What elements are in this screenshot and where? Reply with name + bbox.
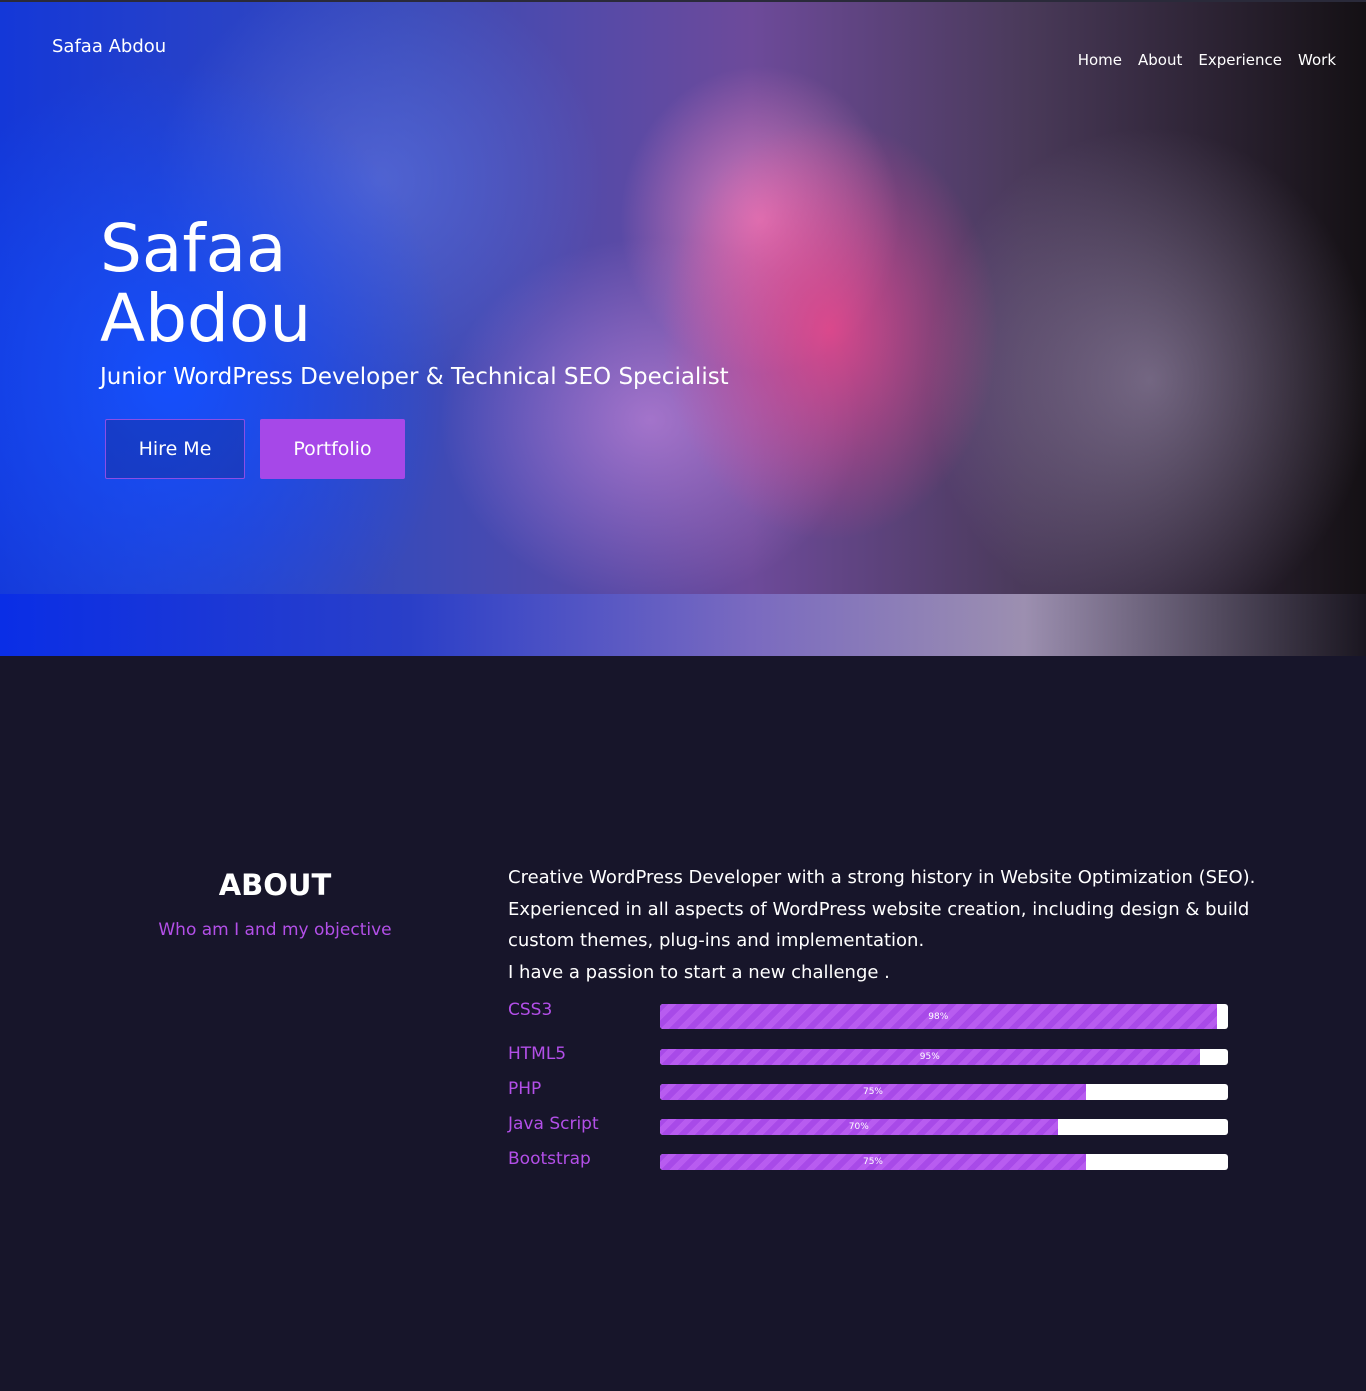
skill-bar-fill: 70% xyxy=(660,1119,1058,1135)
hero-section: Safaa Abdou Home About Experience Work S… xyxy=(0,0,1366,656)
hero-subtitle: Junior WordPress Developer & Technical S… xyxy=(100,364,729,390)
about-description: Creative WordPress Developer with a stro… xyxy=(508,862,1278,988)
about-title: ABOUT xyxy=(218,868,332,902)
skill-bar-bootstrap: 75% xyxy=(660,1154,1228,1170)
skill-bar-javascript: 70% xyxy=(660,1119,1228,1135)
hero-bottom-band xyxy=(0,594,1366,656)
skill-label-php: PHP xyxy=(508,1079,542,1099)
top-divider xyxy=(0,0,1366,2)
skill-percent: 75% xyxy=(862,1087,883,1097)
nav-about[interactable]: About xyxy=(1138,51,1182,69)
site-logo[interactable]: Safaa Abdou xyxy=(52,36,166,57)
hero-name: Safaa Abdou xyxy=(100,210,312,357)
about-paragraph: I have a passion to start a new challeng… xyxy=(508,961,890,983)
hire-me-button[interactable]: Hire Me xyxy=(105,419,245,479)
skill-bar-fill: 75% xyxy=(660,1084,1086,1100)
about-paragraph: Creative WordPress Developer with a stro… xyxy=(508,867,1256,888)
skill-bar-fill: 75% xyxy=(660,1154,1086,1170)
about-paragraph: Experienced in all aspects of WordPress … xyxy=(508,898,1250,952)
nav-home[interactable]: Home xyxy=(1078,51,1122,69)
skill-bar-php: 75% xyxy=(660,1084,1228,1100)
about-tagline: Who am I and my objective xyxy=(158,920,392,940)
skill-bar-fill: 95% xyxy=(660,1049,1200,1065)
main-nav: Home About Experience Work xyxy=(1078,51,1336,69)
skill-label-html5: HTML5 xyxy=(508,1044,567,1064)
skill-bar-html5: 95% xyxy=(660,1049,1228,1065)
skill-label-css3: CSS3 xyxy=(508,1000,553,1020)
skill-percent: 75% xyxy=(862,1157,883,1167)
nav-work[interactable]: Work xyxy=(1298,51,1336,69)
skill-percent: 98% xyxy=(928,1011,949,1022)
skill-percent: 70% xyxy=(848,1122,869,1132)
skill-percent: 95% xyxy=(919,1052,940,1062)
skill-bar-css3: 98% xyxy=(660,1004,1228,1029)
skill-label-bootstrap: Bootstrap xyxy=(508,1149,591,1169)
skill-label-javascript: Java Script xyxy=(508,1114,599,1134)
skill-bar-fill: 98% xyxy=(660,1004,1217,1029)
portfolio-button[interactable]: Portfolio xyxy=(260,419,405,479)
nav-experience[interactable]: Experience xyxy=(1198,51,1282,69)
